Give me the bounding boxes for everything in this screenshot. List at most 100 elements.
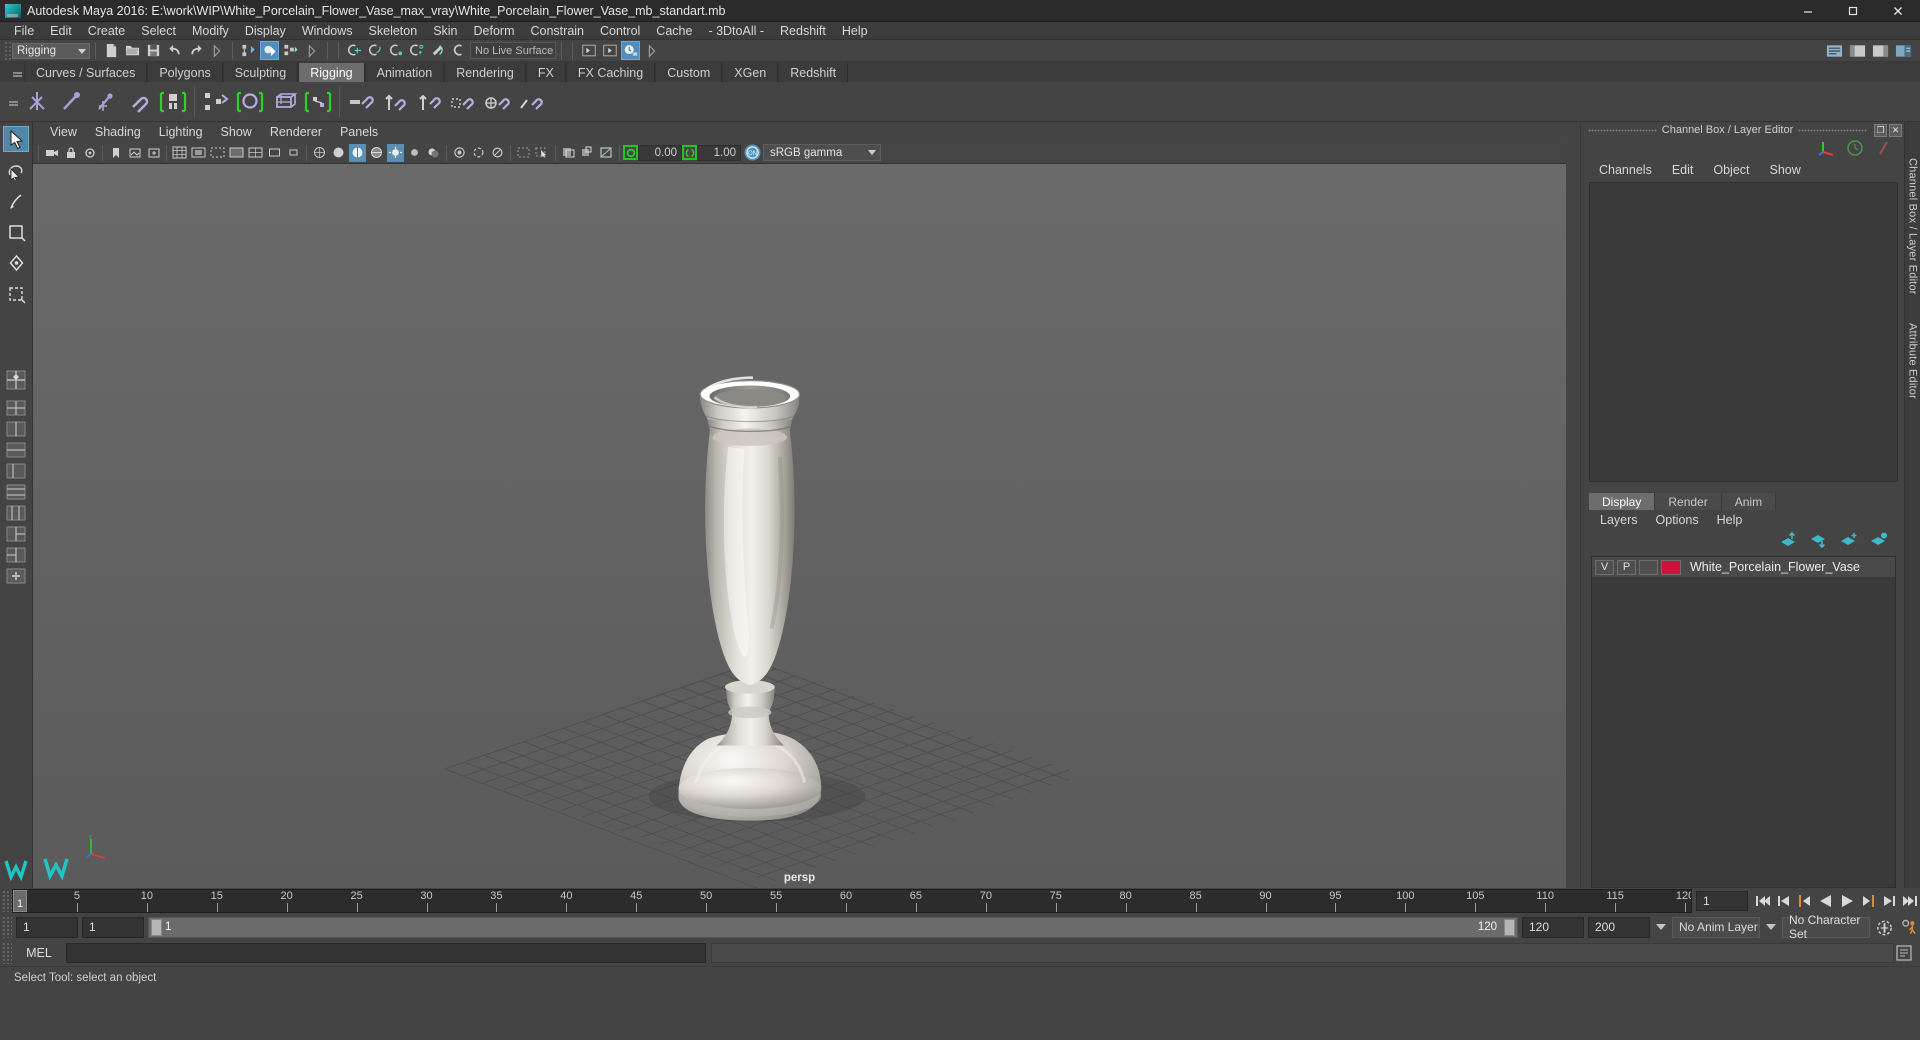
- viewport-menu-shading[interactable]: Shading: [86, 125, 150, 139]
- lock-camera-icon[interactable]: [62, 144, 79, 162]
- use-all-lights-icon[interactable]: [387, 143, 404, 162]
- xray-icon[interactable]: [560, 144, 577, 162]
- xray-joints-icon[interactable]: [579, 144, 596, 162]
- select-by-object-type-icon[interactable]: [260, 41, 279, 60]
- live-surface-field[interactable]: No Live Surface: [470, 42, 556, 59]
- step-back-key-button[interactable]: [1774, 891, 1793, 911]
- motion-blur-icon[interactable]: [470, 144, 487, 162]
- undo-icon[interactable]: [165, 41, 184, 60]
- menu-edit[interactable]: Edit: [42, 22, 80, 40]
- animation-end-time-field[interactable]: 200: [1588, 916, 1650, 938]
- isolate-select-icon[interactable]: [515, 144, 532, 162]
- pole-vector-constraint-icon[interactable]: [514, 85, 548, 119]
- animation-start-time-field[interactable]: 1: [16, 916, 78, 938]
- paint-selection-tool-button[interactable]: [3, 188, 29, 214]
- character-set-field[interactable]: No Character Set: [1782, 913, 1870, 941]
- layout-preset-2-button[interactable]: [3, 419, 29, 438]
- anim-layer-field[interactable]: No Anim Layer: [1672, 916, 1760, 938]
- shelf-tab-redshift[interactable]: Redshift: [778, 63, 849, 82]
- orient-constraint-icon[interactable]: [412, 85, 446, 119]
- menu-set-selector[interactable]: Rigging: [12, 42, 90, 59]
- shadows-icon[interactable]: [425, 144, 442, 162]
- time-slider-track[interactable]: 1 5 10 15 20 25 30 35 40 45 50 55 60 65 70 75 80 85 90 95 1…: [12, 889, 1692, 913]
- menu-help[interactable]: Help: [834, 22, 876, 40]
- command-input-field[interactable]: [66, 943, 706, 963]
- quick-rig-icon[interactable]: [199, 85, 233, 119]
- viewport-menu-renderer[interactable]: Renderer: [261, 125, 331, 139]
- layer-menu-help[interactable]: Help: [1708, 513, 1752, 527]
- channel-menu-edit[interactable]: Edit: [1662, 163, 1704, 177]
- create-ik-handle-icon[interactable]: [54, 85, 88, 119]
- xray-active-components-icon[interactable]: [598, 144, 615, 162]
- panel-drag-dots-left[interactable]: [1588, 128, 1657, 132]
- show-graph-editor-icon[interactable]: [621, 41, 640, 60]
- lasso-tool-button[interactable]: [3, 157, 29, 183]
- shelf-tab-polygons[interactable]: Polygons: [147, 63, 223, 82]
- shelf-row-handle[interactable]: [6, 85, 20, 119]
- show-hypergraph-icon[interactable]: [600, 41, 619, 60]
- current-frame-field[interactable]: 1: [1696, 891, 1748, 911]
- layout-preset-4-button[interactable]: [3, 461, 29, 480]
- select-by-component-type-icon[interactable]: [281, 41, 300, 60]
- selection-mask-arrow-icon[interactable]: [207, 41, 226, 60]
- menu-skin[interactable]: Skin: [425, 22, 465, 40]
- menu-cache[interactable]: Cache: [648, 22, 700, 40]
- new-scene-icon[interactable]: [102, 41, 121, 60]
- layer-tab-render[interactable]: Render: [1655, 493, 1722, 510]
- point-constraint-icon[interactable]: [378, 85, 412, 119]
- viewport-menu-lighting[interactable]: Lighting: [150, 125, 212, 139]
- minimize-button[interactable]: [1785, 0, 1830, 22]
- range-bar-left-handle[interactable]: [151, 918, 162, 936]
- gate-mask-icon[interactable]: [228, 144, 245, 162]
- shelf-tab-curves-surfaces[interactable]: Curves / Surfaces: [24, 63, 148, 82]
- channel-box-clock-icon[interactable]: [1846, 139, 1864, 160]
- vertical-tab-attribute-editor[interactable]: Attribute Editor: [1907, 317, 1919, 405]
- panel-drag-dots-right[interactable]: [1798, 128, 1867, 132]
- create-empty-layer-icon[interactable]: [1840, 532, 1858, 551]
- time-slider-grip[interactable]: [2, 890, 12, 912]
- channel-box-content[interactable]: [1589, 182, 1898, 482]
- layer-row[interactable]: V P White_Porcelain_Flower_Vase: [1592, 557, 1895, 577]
- anim-layer-dropdown-arrow-icon[interactable]: [1654, 917, 1668, 937]
- save-scene-icon[interactable]: [144, 41, 163, 60]
- channel-menu-object[interactable]: Object: [1703, 163, 1759, 177]
- selection-mask-arrow3-icon[interactable]: [642, 41, 661, 60]
- camera-attributes-icon[interactable]: [81, 144, 98, 162]
- redo-icon[interactable]: [186, 41, 205, 60]
- bind-skin-icon[interactable]: [122, 85, 156, 119]
- layer-menu-layers[interactable]: Layers: [1591, 513, 1647, 527]
- layer-color-swatch[interactable]: [1661, 559, 1681, 575]
- step-back-frame-button[interactable]: [1795, 891, 1814, 911]
- panel-undock-button[interactable]: ❐: [1874, 123, 1887, 137]
- gamma-toggle-icon[interactable]: [682, 145, 697, 160]
- use-default-light-icon[interactable]: [406, 144, 423, 162]
- layout-four-view-button[interactable]: [3, 367, 29, 393]
- range-slider-grip[interactable]: [2, 916, 12, 938]
- menu-deform[interactable]: Deform: [466, 22, 523, 40]
- close-button[interactable]: [1875, 0, 1920, 22]
- selection-mask-arrow2-icon[interactable]: [302, 41, 321, 60]
- field-chart-icon[interactable]: [247, 144, 264, 162]
- snap-to-view-plane-icon[interactable]: [429, 41, 448, 60]
- range-bar-right-handle[interactable]: [1504, 918, 1515, 936]
- view-transform-selector[interactable]: sRGB gamma: [763, 144, 881, 161]
- viewport-3d[interactable]: persp y: [33, 164, 1566, 888]
- resolution-gate-icon[interactable]: [209, 144, 226, 162]
- make-live-icon[interactable]: [450, 41, 469, 60]
- channel-menu-show[interactable]: Show: [1760, 163, 1811, 177]
- gamma-field[interactable]: 1.00: [697, 144, 741, 161]
- exposure-field[interactable]: 0.00: [638, 144, 682, 161]
- multisample-aa-icon[interactable]: [489, 144, 506, 162]
- auto-keyframe-toggle-icon[interactable]: [1875, 917, 1894, 937]
- layout-preset-3-button[interactable]: [3, 440, 29, 459]
- layout-preset-8-button[interactable]: [3, 545, 29, 564]
- layer-playback-toggle[interactable]: P: [1617, 559, 1636, 575]
- step-forward-frame-button[interactable]: [1858, 891, 1877, 911]
- menu-skeleton[interactable]: Skeleton: [361, 22, 426, 40]
- snap-to-curve-icon[interactable]: [366, 41, 385, 60]
- shelf-tab-fx[interactable]: FX: [525, 63, 566, 82]
- playback-end-time-field[interactable]: 120: [1522, 916, 1584, 938]
- layer-tab-display[interactable]: Display: [1589, 493, 1656, 510]
- cluster-deformer-icon[interactable]: [301, 85, 335, 119]
- show-attribute-editor-icon[interactable]: [1825, 41, 1844, 60]
